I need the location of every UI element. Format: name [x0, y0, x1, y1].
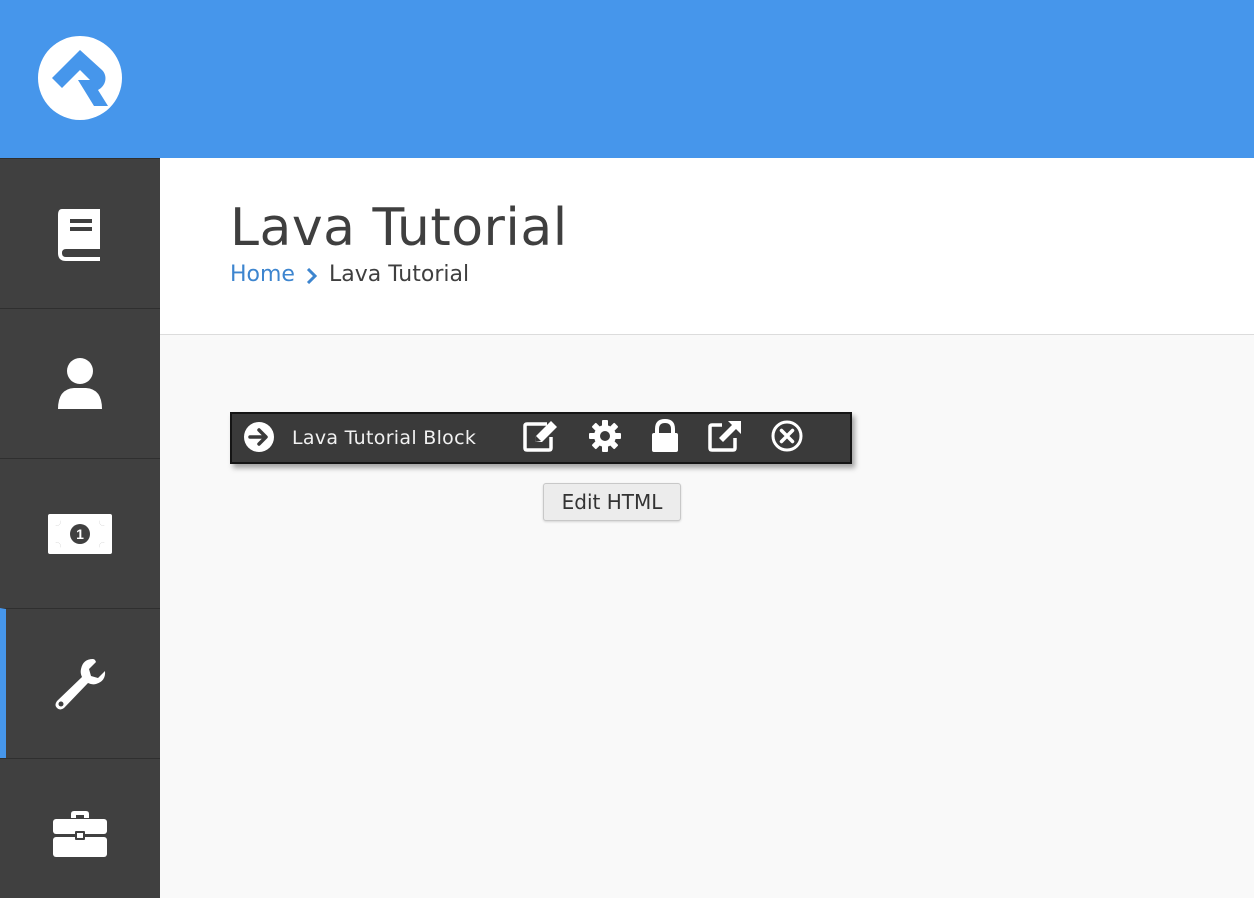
- breadcrumb-home-link[interactable]: Home: [230, 262, 295, 287]
- lock-icon: [650, 418, 680, 457]
- sidebar-item-person[interactable]: [0, 308, 160, 458]
- move-block-button[interactable]: [706, 420, 744, 456]
- rock-logo[interactable]: [38, 36, 122, 120]
- wrench-icon: [53, 657, 107, 711]
- block-config-toolbar: Lava Tutorial Block: [230, 412, 852, 464]
- block-name-label: Lava Tutorial Block: [292, 427, 477, 449]
- sidebar-item-book[interactable]: [0, 158, 160, 308]
- sidebar-item-tools[interactable]: [0, 758, 160, 898]
- chevron-right-icon: [295, 264, 329, 286]
- external-link-icon: [708, 420, 742, 456]
- breadcrumb: Home Lava Tutorial: [230, 262, 469, 287]
- user-icon: [56, 357, 104, 411]
- arrow-circle-right-icon[interactable]: [243, 421, 275, 453]
- svg-text:1: 1: [76, 526, 84, 542]
- block-properties-button[interactable]: [586, 420, 624, 456]
- delete-block-button[interactable]: [768, 420, 806, 456]
- edit-icon: [523, 420, 559, 456]
- breadcrumb-current: Lava Tutorial: [328, 262, 470, 287]
- edit-html-tooltip: Edit HTML: [543, 483, 681, 521]
- sidebar: 1: [0, 158, 160, 898]
- top-bar: [0, 0, 1254, 158]
- sidebar-item-admin-tools[interactable]: [0, 608, 160, 758]
- briefcase-icon: [52, 810, 108, 858]
- edit-html-button[interactable]: [522, 420, 560, 456]
- block-security-button[interactable]: [646, 418, 684, 457]
- book-icon: [56, 207, 104, 261]
- sidebar-item-finance[interactable]: 1: [0, 458, 160, 608]
- gear-icon: [589, 420, 621, 456]
- page-title: Lava Tutorial: [230, 198, 568, 258]
- close-circle-icon: [771, 420, 803, 456]
- page-header: Lava Tutorial Home Lava Tutorial: [160, 158, 1254, 335]
- money-bill-icon: 1: [47, 513, 113, 555]
